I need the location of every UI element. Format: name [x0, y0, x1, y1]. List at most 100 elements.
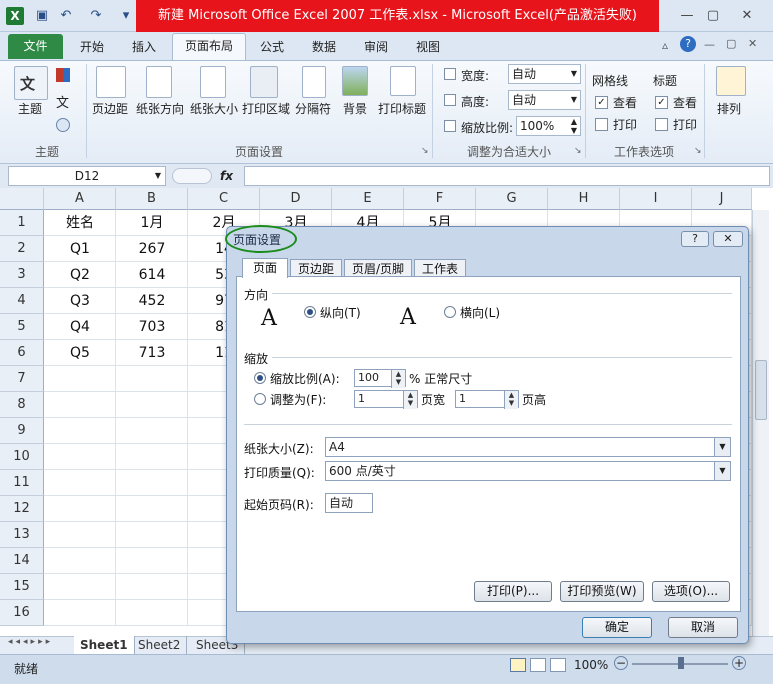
fit-radio[interactable]	[254, 393, 266, 405]
row-header[interactable]: 7	[0, 366, 44, 392]
size-button[interactable]: 纸张大小	[190, 100, 238, 117]
cancel-button[interactable]: 取消	[668, 617, 738, 638]
excel-app-icon[interactable]: X	[6, 7, 24, 25]
print-button[interactable]: 打印(P)...	[474, 581, 552, 602]
theme-colors-icon[interactable]	[56, 68, 70, 82]
page-layout-view-icon[interactable]	[530, 658, 546, 672]
cell[interactable]: Q2	[44, 262, 116, 288]
normal-view-icon[interactable]	[510, 658, 526, 672]
close-icon[interactable]: ✕	[734, 6, 760, 26]
column-header[interactable]: D	[260, 188, 332, 210]
print-titles-icon[interactable]	[390, 66, 416, 96]
row-header[interactable]: 2	[0, 236, 44, 262]
column-header[interactable]: I	[620, 188, 692, 210]
cell[interactable]: Q1	[44, 236, 116, 262]
doc-close-icon[interactable]: ✕	[748, 37, 757, 50]
sheet-tab[interactable]: Sheet2	[132, 636, 188, 654]
row-header[interactable]: 3	[0, 262, 44, 288]
breaks-icon[interactable]	[302, 66, 326, 98]
height-select[interactable]: 自动 ▼	[508, 90, 581, 110]
sheet-options-launcher-icon[interactable]: ↘	[694, 146, 702, 156]
cell[interactable]: Q4	[44, 314, 116, 340]
tab-page-layout[interactable]: 页面布局	[172, 33, 246, 61]
cell[interactable]: Q3	[44, 288, 116, 314]
sheet-nav-arrows-icon[interactable]: ◂◂◂▸▸▸	[8, 637, 53, 647]
zoom-slider-thumb[interactable]	[678, 657, 684, 669]
portrait-radio[interactable]	[304, 306, 316, 318]
paper-size-select[interactable]: A4 ▼	[325, 437, 731, 457]
doc-minimize-icon[interactable]: —	[704, 38, 715, 51]
row-header[interactable]: 9	[0, 418, 44, 444]
print-preview-button[interactable]: 打印预览(W)	[560, 581, 644, 602]
themes-icon[interactable]: 文	[14, 66, 48, 100]
portrait-label[interactable]: 纵向(T)	[320, 304, 361, 321]
column-header[interactable]: C	[188, 188, 260, 210]
landscape-radio[interactable]	[444, 306, 456, 318]
qat-customize-icon[interactable]: ▾	[118, 8, 134, 24]
spinner-arrows-icon[interactable]: ▲ ▼	[391, 370, 405, 388]
fit-tall-spinner[interactable]: 1 ▲ ▼	[455, 390, 519, 409]
ok-button[interactable]: 确定	[582, 617, 652, 638]
row-header[interactable]: 14	[0, 548, 44, 574]
tab-data[interactable]: 数据	[304, 35, 344, 59]
theme-fonts-icon[interactable]: 文	[56, 92, 69, 111]
column-header[interactable]: J	[692, 188, 752, 210]
print-area-icon[interactable]	[250, 66, 278, 98]
column-header[interactable]: E	[332, 188, 404, 210]
background-button[interactable]: 背景	[343, 100, 367, 117]
tab-home[interactable]: 开始	[72, 35, 112, 59]
first-page-input[interactable]: 自动	[325, 493, 373, 513]
tab-insert[interactable]: 插入	[124, 35, 164, 59]
theme-effects-icon[interactable]	[56, 118, 70, 132]
cell[interactable]: 452	[116, 288, 188, 314]
background-icon[interactable]	[342, 66, 368, 96]
dropdown-arrow-icon[interactable]: ▼	[714, 438, 730, 456]
column-header[interactable]: G	[476, 188, 548, 210]
margins-button[interactable]: 页边距	[92, 100, 128, 117]
tab-view[interactable]: 视图	[408, 35, 448, 59]
row-header[interactable]: 10	[0, 444, 44, 470]
zoom-out-icon[interactable]: −	[614, 656, 628, 670]
adjust-radio[interactable]	[254, 372, 266, 384]
gridlines-print-checkbox[interactable]	[595, 118, 608, 131]
row-header[interactable]: 8	[0, 392, 44, 418]
row-header[interactable]: 1	[0, 210, 44, 236]
spinner-arrows-icon[interactable]: ▲ ▼	[504, 391, 518, 409]
headings-print-checkbox[interactable]	[655, 118, 668, 131]
print-quality-select[interactable]: 600 点/英寸 ▼	[325, 461, 731, 481]
select-all-corner[interactable]	[0, 188, 44, 210]
row-header[interactable]: 13	[0, 522, 44, 548]
gridlines-view-checkbox[interactable]: ✓	[595, 96, 608, 109]
print-area-button[interactable]: 打印区域	[242, 100, 290, 117]
themes-button[interactable]: 主题	[18, 100, 42, 117]
minimize-icon[interactable]: —	[674, 6, 700, 26]
sheet-tab[interactable]: Sheet1	[74, 636, 135, 654]
breaks-button[interactable]: 分隔符	[295, 100, 331, 117]
page-break-view-icon[interactable]	[550, 658, 566, 672]
maximize-icon[interactable]: ▢	[700, 6, 726, 26]
doc-restore-icon[interactable]: ▢	[726, 37, 736, 50]
headings-view-checkbox[interactable]: ✓	[655, 96, 668, 109]
ribbon-minimize-icon[interactable]: ▵	[662, 38, 668, 52]
arrange-button[interactable]: 排列	[717, 100, 741, 117]
options-button[interactable]: 选项(O)...	[652, 581, 730, 602]
cell[interactable]: 703	[116, 314, 188, 340]
zoom-in-icon[interactable]: +	[732, 656, 746, 670]
column-header[interactable]: F	[404, 188, 476, 210]
undo-icon[interactable]: ↶	[58, 8, 74, 24]
dialog-close-icon[interactable]: ✕	[713, 231, 743, 247]
cell[interactable]: 1月	[116, 210, 188, 236]
name-box[interactable]: D12 ▼	[8, 166, 166, 186]
size-icon[interactable]	[200, 66, 226, 98]
save-icon[interactable]: ▣	[34, 8, 50, 24]
row-header[interactable]: 6	[0, 340, 44, 366]
landscape-label[interactable]: 横向(L)	[460, 304, 500, 321]
cell[interactable]: 267	[116, 236, 188, 262]
dropdown-arrow-icon[interactable]: ▼	[714, 462, 730, 480]
help-icon[interactable]: ?	[680, 36, 696, 52]
adjust-label[interactable]: 缩放比例(A):	[270, 370, 340, 387]
margins-icon[interactable]	[96, 66, 126, 98]
formula-expand-handle[interactable]	[172, 168, 212, 184]
row-header[interactable]: 11	[0, 470, 44, 496]
cell[interactable]: Q5	[44, 340, 116, 366]
